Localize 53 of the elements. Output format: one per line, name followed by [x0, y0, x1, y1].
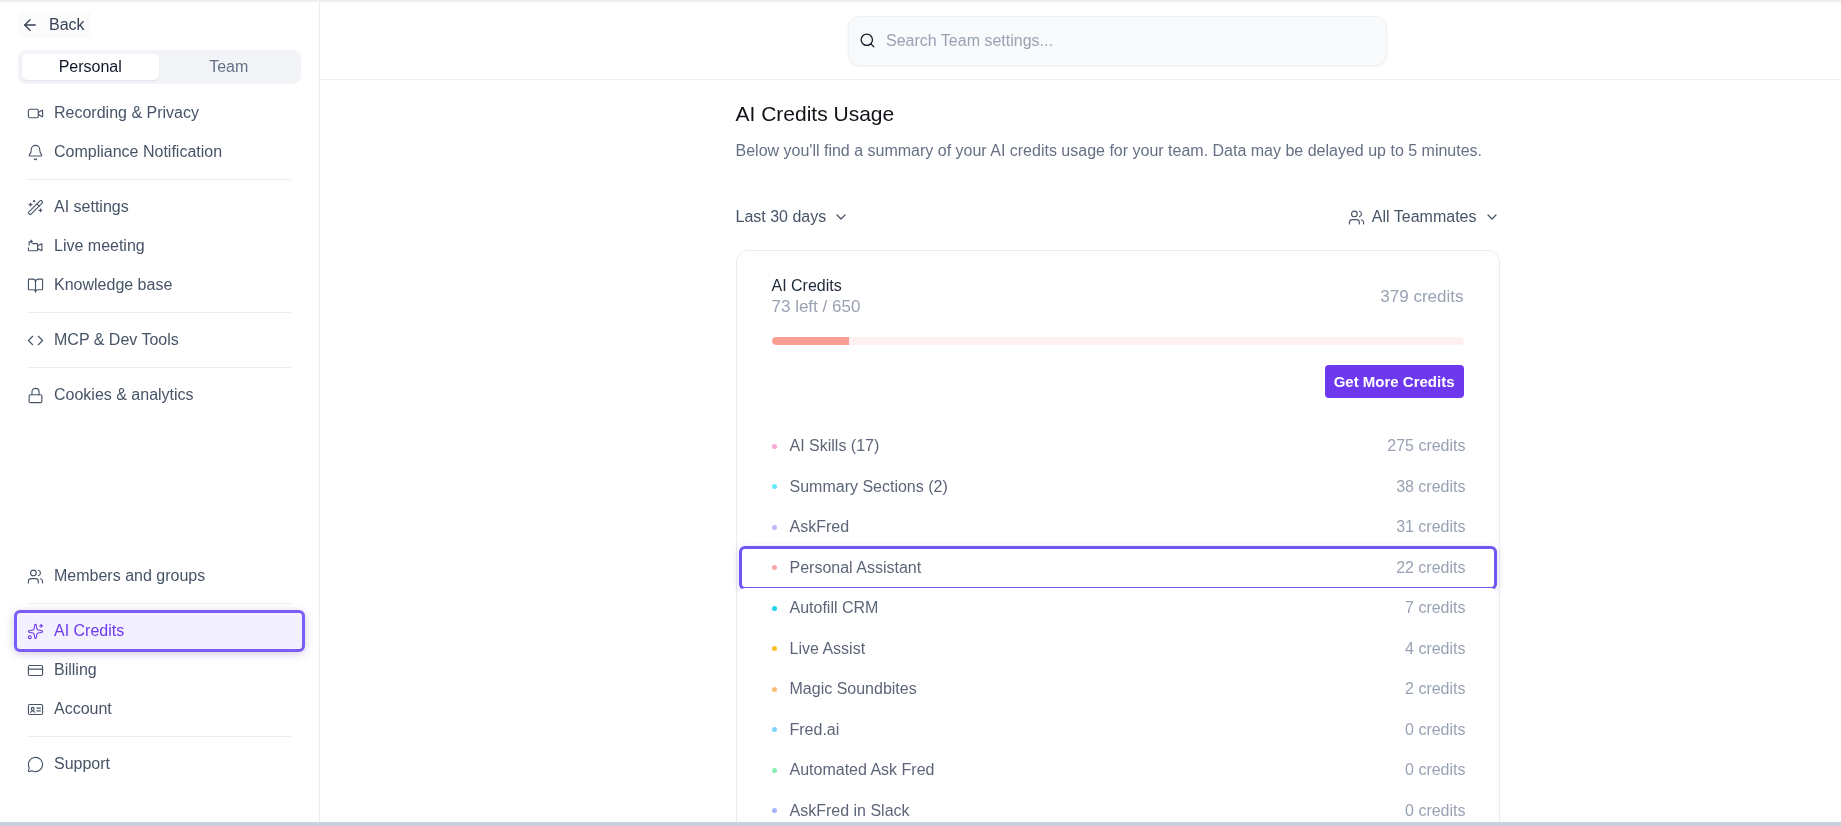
- card-title: AI Credits: [771, 276, 843, 296]
- search-field[interactable]: Search Team settings...: [848, 15, 1387, 66]
- usage-credits: 0 credits: [1405, 720, 1466, 739]
- sidebar-item[interactable]: Support: [18, 746, 301, 782]
- usage-credits: 2 credits: [1405, 680, 1466, 699]
- usage-credits: 0 credits: [1405, 801, 1466, 820]
- sidebar-item[interactable]: Billing: [18, 652, 301, 688]
- usage-label: Personal Assistant: [789, 558, 922, 577]
- book-icon: [27, 276, 44, 294]
- sidebar-item[interactable]: AI Credits: [14, 610, 305, 652]
- usage-credits: 0 credits: [1405, 761, 1466, 780]
- page-description: Below you'll find a summary of your AI credits usage for your team. Data may be delayed up to 5 minutes.: [735, 141, 1484, 161]
- scope-tab[interactable]: Team: [160, 54, 297, 80]
- magic-wand-icon: [27, 198, 44, 216]
- sidebar-item[interactable]: MCP & Dev Tools: [18, 322, 301, 358]
- teammates-dropdown[interactable]: All Teammates: [1347, 208, 1500, 226]
- users-icon: [1347, 208, 1365, 226]
- usage-label: Summary Sections (2): [789, 477, 948, 496]
- usage-credits: 38 credits: [1396, 477, 1466, 496]
- credits-remaining: 73 left / 650: [771, 296, 861, 318]
- back-button[interactable]: Back: [18, 12, 91, 38]
- get-more-credits-button[interactable]: Get More Credits: [1324, 365, 1464, 398]
- chat-bubble-icon: [27, 755, 44, 773]
- sidebar-item[interactable]: Members and groups: [18, 558, 301, 594]
- usage-label: AI Skills (17): [789, 437, 880, 456]
- usage-label: AskFred: [789, 518, 850, 537]
- usage-label: Live Assist: [789, 639, 866, 658]
- usage-credits: 31 credits: [1396, 518, 1466, 537]
- sidebar-item[interactable]: Knowledge base: [18, 267, 301, 303]
- sidebar-item[interactable]: Cookies & analytics: [18, 377, 301, 413]
- usage-credits: 7 credits: [1405, 599, 1466, 618]
- search-icon: [859, 31, 876, 49]
- users-icon: [27, 567, 44, 585]
- sparkle-icon: [27, 622, 44, 640]
- usage-credits: 22 credits: [1396, 558, 1466, 577]
- usage-label: Magic Soundbites: [789, 680, 917, 699]
- sidebar-item[interactable]: Compliance Notification: [18, 134, 301, 170]
- sidebar-item[interactable]: Recording & Privacy: [18, 95, 301, 131]
- usage-label: AskFred in Slack: [789, 801, 910, 820]
- page-title: AI Credits Usage: [735, 101, 896, 127]
- usage-label: Autofill CRM: [789, 599, 879, 618]
- sidebar-item[interactable]: AI settings: [18, 189, 301, 225]
- scope-tab[interactable]: Personal: [22, 54, 159, 80]
- sidebar-item[interactable]: Account: [18, 691, 301, 727]
- period-dropdown[interactable]: Last 30 days: [735, 208, 850, 226]
- sidebar-item[interactable]: Live meeting: [18, 228, 301, 264]
- usage-label: Fred.ai: [789, 720, 840, 739]
- credits-used: 379 credits: [1380, 286, 1464, 308]
- usage-credits: 275 credits: [1387, 437, 1466, 456]
- usage-label: Automated Ask Fred: [789, 761, 935, 780]
- bell-icon: [27, 143, 44, 161]
- lock-icon: [27, 386, 44, 404]
- usage-credits: 4 credits: [1405, 639, 1466, 658]
